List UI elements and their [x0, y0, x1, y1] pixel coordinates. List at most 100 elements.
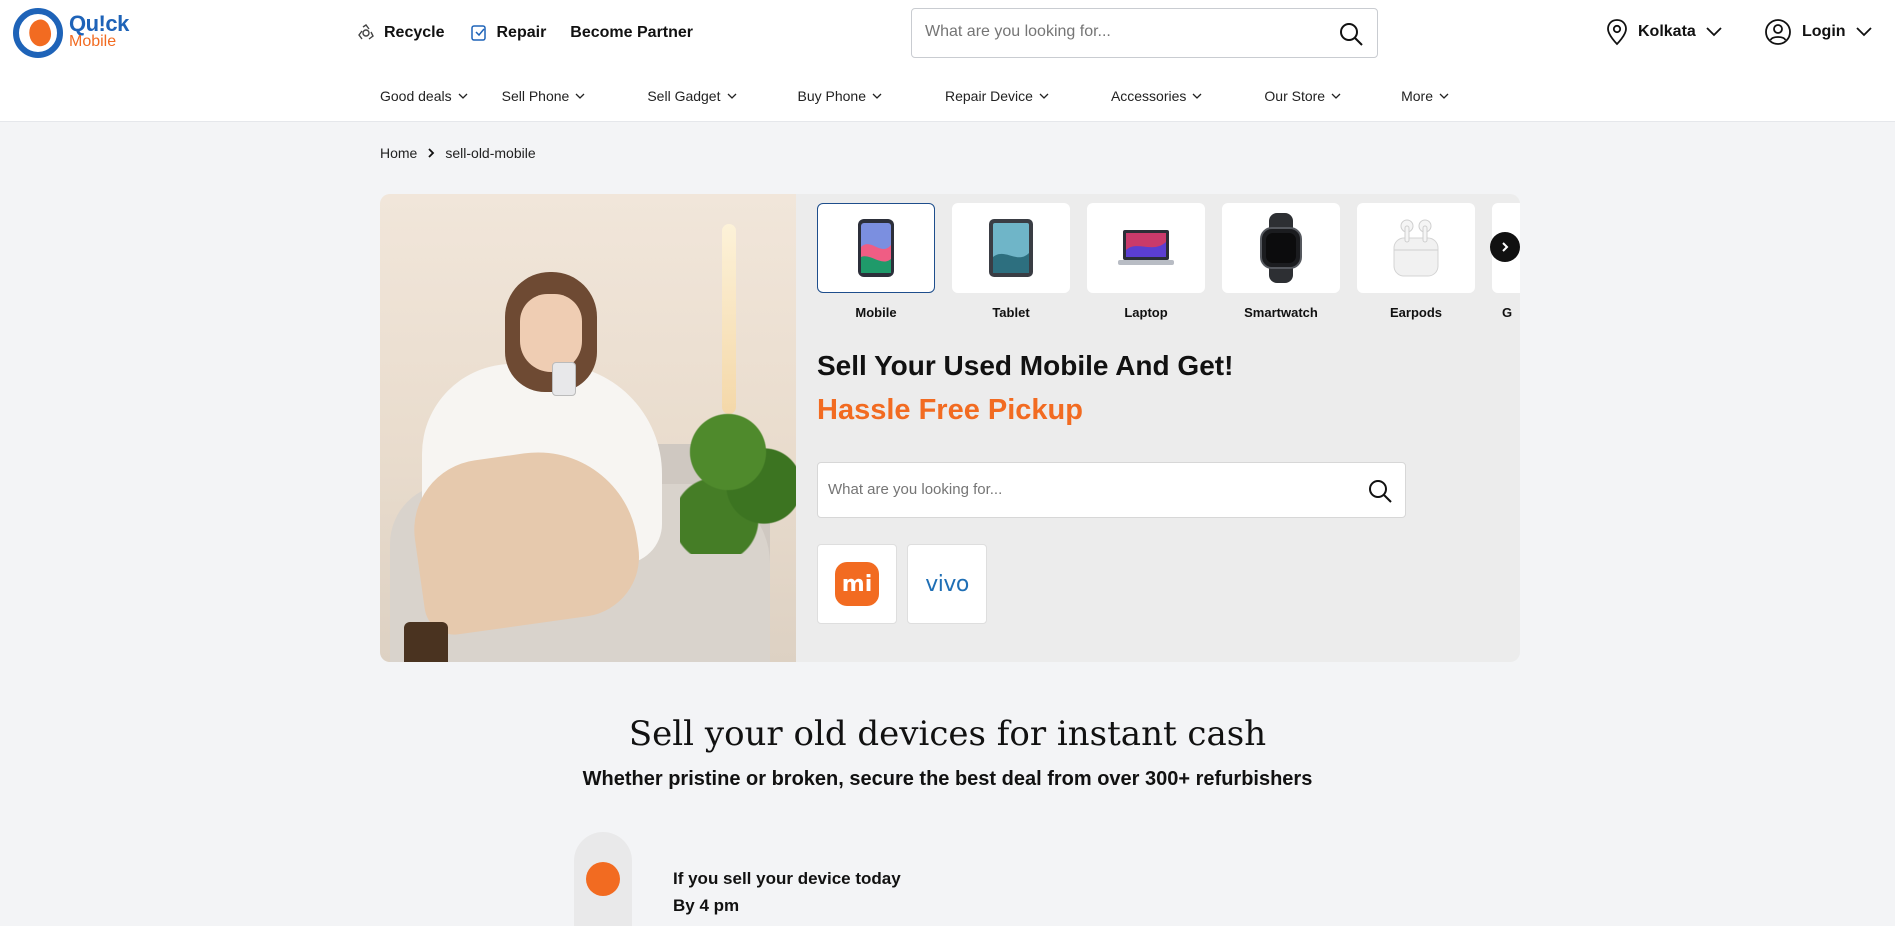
nav-repair-device[interactable]: Repair Device [945, 88, 1049, 104]
nav-label: Repair Device [945, 88, 1033, 104]
category-tablet[interactable]: Tablet [952, 203, 1070, 320]
timeline-line-1: If you sell your device today [673, 869, 901, 888]
nav-label: Buy Phone [797, 88, 867, 104]
location-pin-icon [1607, 19, 1627, 46]
category-laptop[interactable]: Laptop [1087, 203, 1205, 320]
category-label: Laptop [1124, 305, 1168, 320]
mi-logo-icon: mi [835, 562, 879, 606]
person-face-shape [520, 294, 582, 372]
header-search-box[interactable] [911, 8, 1378, 58]
header-search-input[interactable] [925, 23, 1325, 41]
nav-label: Accessories [1110, 88, 1187, 104]
nav-good-deals[interactable]: Good deals [380, 88, 468, 104]
repair-icon [470, 25, 486, 41]
chevron-down-icon [1192, 93, 1202, 99]
category-smartwatch[interactable]: Smartwatch [1222, 203, 1340, 320]
nav-label: More [1401, 88, 1434, 104]
chevron-down-icon [1706, 27, 1722, 37]
laptop-icon [1118, 230, 1174, 265]
top-header: Qu!ck Mobile Recycle Repair Become Partn… [0, 0, 1895, 122]
search-icon[interactable] [1338, 21, 1364, 47]
chevron-right-icon [428, 148, 435, 158]
timeline-text: If you sell your device today By 4 pm [673, 865, 901, 919]
phone-shape [552, 362, 576, 396]
repair-link[interactable]: Repair [469, 23, 547, 43]
chevron-down-icon [872, 93, 882, 99]
plant-shape [680, 384, 796, 554]
candle-shape [404, 622, 448, 662]
chevron-down-icon [1331, 93, 1341, 99]
category-tile [817, 203, 935, 293]
location-selector[interactable]: Kolkata [1606, 18, 1722, 46]
recycle-icon [358, 24, 374, 40]
breadcrumb-home[interactable]: Home [380, 145, 417, 161]
repair-label: Repair [496, 24, 547, 41]
timeline-dot [586, 862, 620, 896]
nav-more[interactable]: More [1401, 88, 1449, 104]
recycle-link[interactable]: Recycle [356, 23, 445, 43]
brand-mi[interactable]: mi [817, 544, 897, 624]
category-label: Mobile [855, 305, 897, 320]
nav-label: Sell Gadget [647, 88, 721, 104]
nav-sell-phone[interactable]: Sell Phone [502, 88, 586, 104]
section-subtitle: Whether pristine or broken, secure the b… [582, 768, 1313, 790]
category-tile [1222, 203, 1340, 293]
chevron-down-icon [1855, 27, 1872, 37]
tablet-icon [989, 219, 1033, 277]
hero-image [380, 194, 796, 662]
nav-buy-phone[interactable]: Buy Phone [798, 88, 883, 104]
become-partner-label: Become Partner [570, 24, 694, 41]
main-nav: Good deals Sell Phone Sell Gadget Buy Ph… [380, 86, 1449, 106]
category-earpods[interactable]: Earpods [1357, 203, 1475, 320]
nav-sell-gadget[interactable]: Sell Gadget [647, 88, 736, 104]
vivo-logo-icon: vivo [925, 571, 969, 597]
nav-label: Sell Phone [501, 88, 570, 104]
category-label: Tablet [992, 305, 1030, 320]
recycle-label: Recycle [384, 24, 445, 41]
smartwatch-icon [1260, 213, 1302, 283]
logo[interactable]: Qu!ck Mobile [13, 7, 133, 59]
category-tile [1087, 203, 1205, 293]
category-tile [952, 203, 1070, 293]
logo-mark-icon [13, 8, 63, 58]
login-label: Login [1802, 23, 1846, 40]
search-icon[interactable] [1367, 478, 1393, 504]
category-label: Smartwatch [1244, 305, 1318, 320]
nav-accessories[interactable]: Accessories [1111, 88, 1202, 104]
chevron-down-icon [458, 93, 468, 99]
brand-vivo[interactable]: vivo [907, 544, 987, 624]
category-mobile[interactable]: Mobile [817, 203, 935, 320]
hero-banner: Mobile Tablet Laptop Smartwatch Earpods [380, 194, 1520, 662]
nav-label: Our Store [1264, 88, 1326, 104]
section-title: Sell your old devices for instant cash [628, 714, 1267, 754]
breadcrumb: Home sell-old-mobile [380, 145, 536, 161]
timeline-line-2: By 4 pm [673, 896, 740, 915]
hero-search-input[interactable] [828, 481, 1348, 498]
nav-our-store[interactable]: Our Store [1264, 88, 1341, 104]
user-icon [1765, 19, 1791, 45]
chevron-down-icon [1439, 93, 1449, 99]
category-label: Earpods [1389, 305, 1442, 320]
become-partner-link[interactable]: Become Partner [570, 24, 693, 42]
chevron-right-icon [1502, 242, 1509, 252]
hero-title: Sell Your Used Mobile And Get! [817, 350, 1234, 381]
earpods-icon [1393, 219, 1439, 277]
brand-list: mi vivo [817, 544, 987, 624]
logo-line-1: Qu!ck [69, 11, 129, 36]
logo-text: Qu!ck Mobile [69, 11, 129, 51]
category-tile [1357, 203, 1475, 293]
category-label: G [1502, 305, 1513, 320]
chevron-down-icon [575, 93, 585, 99]
login-menu[interactable]: Login [1764, 18, 1872, 46]
hero-subtitle: Hassle Free Pickup [817, 394, 1083, 426]
chevron-down-icon [727, 93, 736, 99]
breadcrumb-current: sell-old-mobile [445, 145, 536, 161]
carousel-next-button[interactable] [1490, 232, 1520, 262]
top-links: Recycle Repair Become Partner [356, 20, 693, 46]
chevron-down-icon [1039, 93, 1049, 99]
nav-label: Good deals [380, 88, 452, 104]
location-city: Kolkata [1638, 23, 1696, 40]
mobile-icon [858, 219, 894, 277]
category-carousel: Mobile Tablet Laptop Smartwatch Earpods [817, 203, 1520, 333]
hero-search-box[interactable] [817, 462, 1406, 518]
